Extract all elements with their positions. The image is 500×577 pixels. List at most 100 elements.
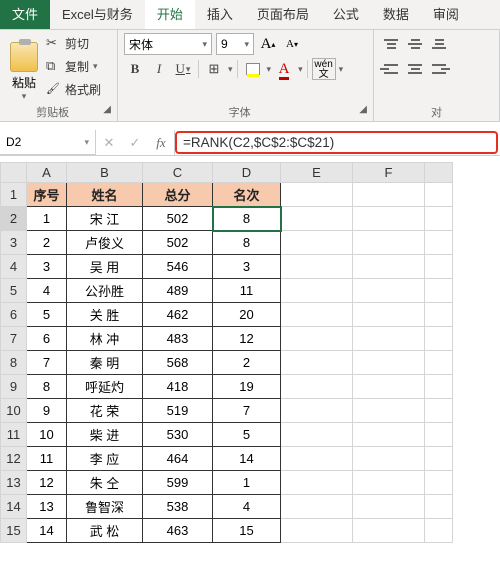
cell[interactable]: 462 — [143, 303, 213, 327]
font-dialog-launcher[interactable]: ◢ — [359, 104, 367, 115]
cell[interactable] — [353, 447, 425, 471]
cell[interactable] — [353, 351, 425, 375]
header-cell[interactable]: 姓名 — [67, 183, 143, 207]
cell[interactable] — [353, 327, 425, 351]
cancel-button[interactable]: ✕ — [96, 135, 122, 151]
row-header[interactable]: 5 — [1, 279, 27, 303]
table-row[interactable]: 87秦 明5682 — [1, 351, 453, 375]
align-middle-button[interactable] — [404, 33, 426, 55]
font-name-combo[interactable]: 宋体▾ — [124, 33, 212, 55]
cell[interactable] — [281, 447, 353, 471]
cell[interactable]: 武 松 — [67, 519, 143, 543]
paste-button[interactable]: 粘贴 ▾ — [6, 33, 42, 102]
cell[interactable] — [353, 303, 425, 327]
row-header[interactable]: 2 — [1, 207, 27, 231]
cell[interactable] — [425, 519, 453, 543]
cell[interactable]: 20 — [213, 303, 281, 327]
cell[interactable] — [281, 231, 353, 255]
cell[interactable]: 9 — [27, 399, 67, 423]
clipboard-dialog-launcher[interactable]: ◢ — [103, 104, 111, 115]
align-top-button[interactable] — [380, 33, 402, 55]
cell[interactable] — [425, 351, 453, 375]
cell[interactable]: 14 — [213, 447, 281, 471]
cell[interactable]: 599 — [143, 471, 213, 495]
cell[interactable] — [281, 495, 353, 519]
cell[interactable]: 花 荣 — [67, 399, 143, 423]
chevron-down-icon[interactable]: ▾ — [228, 64, 233, 75]
cell[interactable]: 2 — [27, 231, 67, 255]
table-row[interactable]: 76林 冲48312 — [1, 327, 453, 351]
cell[interactable]: 秦 明 — [67, 351, 143, 375]
font-color-button[interactable]: A — [273, 58, 295, 80]
table-row[interactable]: 109花 荣5197 — [1, 399, 453, 423]
cell[interactable]: 5 — [213, 423, 281, 447]
row-header[interactable]: 12 — [1, 447, 27, 471]
format-painter-button[interactable]: 格式刷 — [46, 79, 101, 99]
phonetic-guide-button[interactable]: wén文 — [312, 58, 336, 80]
cell[interactable]: 关 胜 — [67, 303, 143, 327]
cell[interactable]: 宋 江 — [67, 207, 143, 231]
tab-insert[interactable]: 插入 — [195, 0, 245, 29]
decrease-font-button[interactable]: A▾ — [282, 33, 302, 55]
col-header-F[interactable]: F — [353, 163, 425, 183]
table-row[interactable]: 1110柴 进5305 — [1, 423, 453, 447]
cell[interactable] — [281, 207, 353, 231]
cell[interactable]: 李 应 — [67, 447, 143, 471]
cell[interactable] — [353, 471, 425, 495]
cell[interactable]: 519 — [143, 399, 213, 423]
cell[interactable]: 8 — [27, 375, 67, 399]
cell[interactable]: 530 — [143, 423, 213, 447]
tab-formulas[interactable]: 公式 — [321, 0, 371, 29]
cell[interactable] — [425, 231, 453, 255]
align-left-button[interactable] — [380, 58, 402, 80]
cell[interactable]: 吴 用 — [67, 255, 143, 279]
tab-custom[interactable]: Excel与财务 — [50, 0, 145, 29]
cell[interactable] — [425, 303, 453, 327]
cell[interactable]: 12 — [27, 471, 67, 495]
cell[interactable] — [281, 519, 353, 543]
paste-dropdown-icon[interactable]: ▾ — [22, 91, 27, 102]
cell[interactable] — [281, 423, 353, 447]
header-cell[interactable]: 序号 — [27, 183, 67, 207]
formula-input[interactable]: =RANK(C2,$C$2:$C$21) — [175, 131, 498, 154]
col-header-D[interactable]: D — [213, 163, 281, 183]
cell[interactable] — [425, 447, 453, 471]
cell[interactable]: 5 — [27, 303, 67, 327]
cell[interactable]: 呼延灼 — [67, 375, 143, 399]
cell[interactable] — [281, 279, 353, 303]
cut-button[interactable]: 剪切 — [46, 33, 101, 53]
font-size-combo[interactable]: 9▾ — [216, 33, 254, 55]
cell[interactable]: 卢俊义 — [67, 231, 143, 255]
row-header[interactable]: 8 — [1, 351, 27, 375]
cell[interactable]: 568 — [143, 351, 213, 375]
borders-button[interactable] — [203, 58, 225, 80]
table-row[interactable]: 98呼延灼41819 — [1, 375, 453, 399]
cell[interactable] — [353, 495, 425, 519]
cell[interactable]: 柴 进 — [67, 423, 143, 447]
table-header-row[interactable]: 1 序号 姓名 总分 名次 — [1, 183, 453, 207]
cell[interactable] — [281, 399, 353, 423]
col-header-E[interactable]: E — [281, 163, 353, 183]
table-row[interactable]: 21宋 江5028 — [1, 207, 453, 231]
cell[interactable] — [425, 279, 453, 303]
increase-font-button[interactable]: A▴ — [258, 33, 278, 55]
cell[interactable]: 8 — [213, 231, 281, 255]
tab-home[interactable]: 开始 — [145, 0, 195, 29]
cell[interactable] — [353, 255, 425, 279]
cell[interactable] — [425, 495, 453, 519]
cell[interactable]: 502 — [143, 207, 213, 231]
table-row[interactable]: 43吴 用5463 — [1, 255, 453, 279]
cell[interactable]: 4 — [27, 279, 67, 303]
select-all-corner[interactable] — [1, 163, 27, 183]
cell[interactable]: 538 — [143, 495, 213, 519]
cell[interactable] — [353, 519, 425, 543]
cell[interactable]: 418 — [143, 375, 213, 399]
tab-review[interactable]: 审阅 — [421, 0, 471, 29]
cell[interactable]: 15 — [213, 519, 281, 543]
cell[interactable]: 13 — [27, 495, 67, 519]
cell[interactable] — [353, 423, 425, 447]
cell[interactable]: 14 — [27, 519, 67, 543]
row-header[interactable]: 14 — [1, 495, 27, 519]
cell[interactable] — [281, 375, 353, 399]
row-header[interactable]: 4 — [1, 255, 27, 279]
